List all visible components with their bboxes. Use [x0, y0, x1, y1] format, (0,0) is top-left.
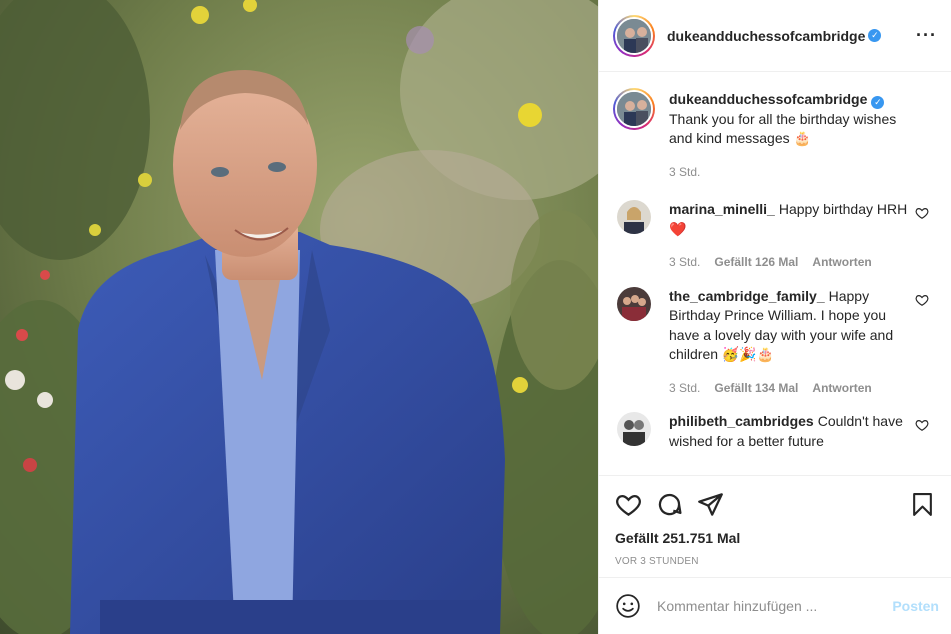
comment-emoji: 🥳🎉🎂: [721, 346, 775, 362]
caption-avatar-image: [617, 92, 651, 126]
caption-text: Thank you for all the birthday wishes an…: [669, 110, 897, 147]
comment-username[interactable]: marina_minelli_: [669, 201, 775, 217]
comment-time[interactable]: 3 Std.: [669, 379, 700, 399]
comment-row: philibeth_cambridges Couldn't have wished…: [613, 412, 937, 451]
comment-time[interactable]: 3 Std.: [669, 253, 700, 273]
comments-list[interactable]: dukeandduchessofcambridge ✓ Thank you for…: [599, 72, 951, 475]
comment-emoji: ❤️: [669, 220, 687, 237]
smiley-icon[interactable]: [615, 593, 641, 619]
post-image: [0, 0, 598, 634]
comment-avatar-image: [617, 200, 651, 234]
instagram-post: dukeandduchessofcambridge ✓ ··· dukeandd…: [0, 0, 951, 634]
post-header: dukeandduchessofcambridge ✓ ···: [599, 0, 951, 72]
comment-row: marina_minelli_ Happy birthday HRH ❤️ 3 S…: [613, 200, 937, 273]
comment-avatar[interactable]: [617, 200, 651, 234]
likes-count[interactable]: Gefällt 251.751 Mal: [615, 530, 935, 546]
comment-likes[interactable]: Gefällt 134 Mal: [714, 379, 798, 399]
author-avatar-image: [617, 18, 651, 53]
comment-icon[interactable]: [656, 491, 683, 518]
reply-button[interactable]: Antworten: [812, 379, 871, 399]
comment-username[interactable]: philibeth_cambridges: [669, 413, 814, 429]
comment-like-heart-icon[interactable]: [915, 418, 929, 432]
add-comment-bar: Posten: [599, 577, 951, 634]
more-options-icon[interactable]: ···: [916, 25, 937, 46]
bookmark-icon[interactable]: [910, 491, 935, 518]
post-sidebar: dukeandduchessofcambridge ✓ ··· dukeandd…: [598, 0, 951, 634]
comment-avatar-image: [617, 412, 651, 446]
caption-time[interactable]: 3 Std.: [669, 163, 700, 183]
caption-author-avatar[interactable]: [613, 88, 655, 130]
post-comment-button[interactable]: Posten: [892, 598, 939, 614]
reply-button[interactable]: Antworten: [812, 253, 871, 273]
comment-avatar[interactable]: [617, 412, 651, 446]
author-username[interactable]: dukeandduchessofcambridge: [667, 28, 865, 44]
comment-username[interactable]: the_cambridge_family_: [669, 288, 825, 304]
heart-icon[interactable]: [615, 491, 642, 518]
paper-plane-icon[interactable]: [697, 491, 724, 518]
comment-text: Happy birthday HRH: [778, 201, 908, 217]
post-actions: Gefällt 251.751 Mal VOR 3 STUNDEN: [599, 475, 951, 577]
comment-row: the_cambridge_family_ Happy Birthday Prin…: [613, 286, 937, 399]
caption-username[interactable]: dukeandduchessofcambridge: [669, 91, 867, 107]
caption-emoji: 🎂: [793, 130, 811, 146]
post-photo[interactable]: [0, 0, 598, 634]
author-avatar[interactable]: [613, 14, 655, 57]
post-timestamp[interactable]: VOR 3 STUNDEN: [615, 556, 935, 567]
comment-likes[interactable]: Gefällt 126 Mal: [714, 253, 798, 273]
comment-like-heart-icon[interactable]: [915, 293, 929, 307]
comment-input[interactable]: [657, 598, 893, 614]
verified-badge-icon: ✓: [868, 29, 882, 42]
comment-meta: 3 Std. Gefällt 134 Mal Antworten: [669, 379, 909, 399]
comment-avatar[interactable]: [617, 286, 651, 321]
action-icons: [615, 488, 935, 520]
caption-verified-badge-icon: ✓: [871, 96, 885, 109]
caption-row: dukeandduchessofcambridge ✓ Thank you for…: [613, 88, 937, 182]
comment-like-heart-icon[interactable]: [915, 206, 929, 220]
comment-avatar-image: [617, 286, 651, 321]
caption-meta: 3 Std.: [669, 163, 909, 183]
comment-meta: 3 Std. Gefällt 126 Mal Antworten: [669, 253, 909, 273]
